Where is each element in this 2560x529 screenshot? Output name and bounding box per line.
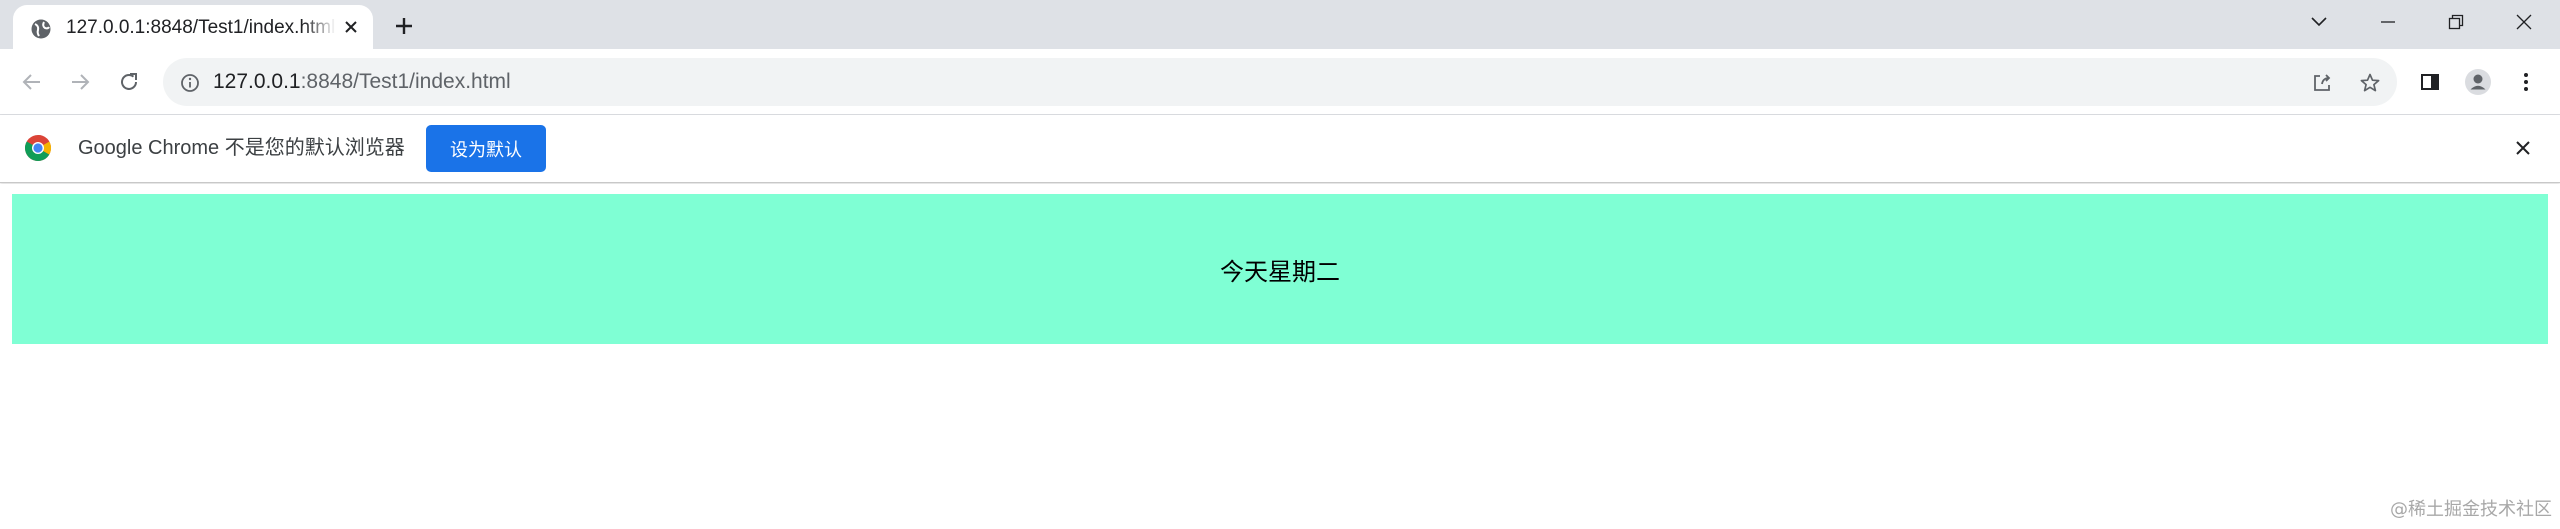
watermark: @稀土掘金技术社区 (2390, 499, 2552, 520)
globe-icon (30, 18, 52, 40)
profile-icon (2465, 69, 2491, 95)
page-content: 今天星期二 @稀土掘金技术社区 (0, 184, 2560, 529)
close-icon[interactable] (2510, 135, 2536, 161)
info-icon[interactable] (179, 72, 201, 94)
share-icon[interactable] (2309, 70, 2335, 96)
forward-button[interactable] (64, 66, 96, 98)
restore-icon (2448, 14, 2464, 30)
chevron-down-icon (2311, 17, 2327, 27)
tab-title: 127.0.0.1:8848/Test1/index.html (66, 17, 336, 38)
close-icon (2516, 14, 2532, 30)
minimize-icon (2381, 21, 2395, 23)
url-text[interactable]: 127.0.0.1:8848/Test1/index.html (213, 70, 511, 94)
chrome-logo-icon (24, 134, 52, 162)
set-default-button[interactable]: 设为默认 (426, 125, 546, 172)
back-button[interactable] (16, 66, 48, 98)
forward-icon (72, 74, 90, 90)
default-browser-infobar: Google Chrome 不是您的默认浏览器 设为默认 (0, 115, 2560, 183)
restore-button[interactable] (2440, 8, 2472, 36)
day-banner: 今天星期二 (12, 194, 2548, 344)
browser-toolbar: 127.0.0.1:8848/Test1/index.html (0, 49, 2560, 115)
star-icon[interactable] (2357, 70, 2383, 96)
address-bar[interactable]: 127.0.0.1:8848/Test1/index.html (163, 58, 2397, 106)
menu-button[interactable] (2510, 66, 2542, 98)
plus-icon (396, 18, 412, 34)
new-tab-button[interactable] (390, 12, 418, 40)
reload-button[interactable] (113, 66, 145, 98)
side-panel-button[interactable] (2414, 66, 2446, 98)
minimize-button[interactable] (2372, 8, 2404, 36)
profile-button[interactable] (2462, 66, 2494, 98)
browser-tab[interactable]: 127.0.0.1:8848/Test1/index.html (13, 5, 373, 49)
back-icon (22, 74, 40, 90)
menu-icon (2524, 73, 2528, 91)
tab-search-button[interactable] (2303, 8, 2335, 36)
close-window-button[interactable] (2508, 8, 2540, 36)
reload-icon (121, 73, 137, 90)
tab-close-icon[interactable] (339, 15, 363, 39)
banner-text: 今天星期二 (1220, 257, 1340, 286)
infobar-message: Google Chrome 不是您的默认浏览器 (78, 137, 405, 159)
url-path: :8848/Test1/index.html (300, 70, 511, 93)
url-host: 127.0.0.1 (213, 70, 301, 93)
side-panel-icon (2421, 74, 2439, 90)
tab-strip: 127.0.0.1:8848/Test1/index.html (0, 0, 2560, 49)
